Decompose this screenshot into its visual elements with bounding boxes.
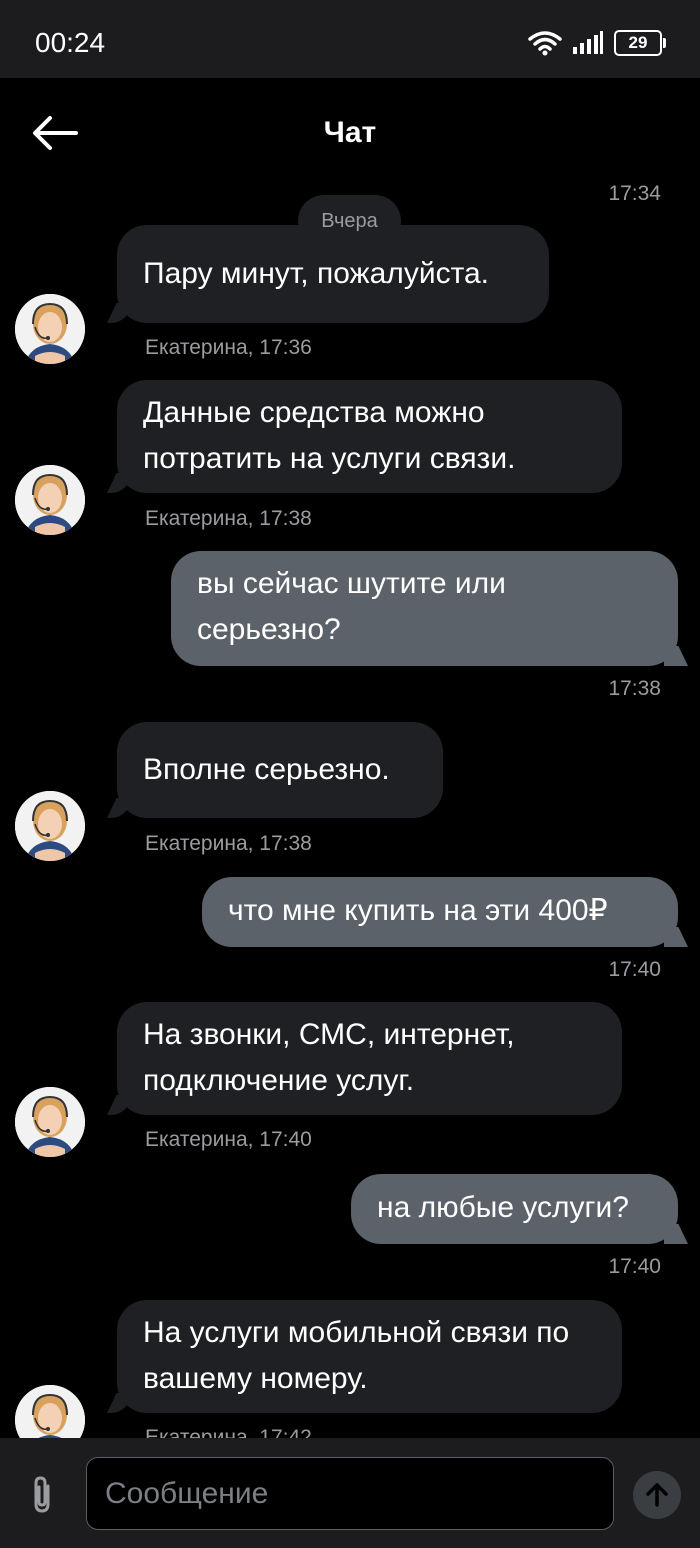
- message-meta: 17:34: [608, 182, 661, 205]
- operator-avatar-image: [15, 1087, 85, 1157]
- incoming-message-bubble[interactable]: Вполне серьезно.: [117, 722, 443, 818]
- outgoing-message-bubble[interactable]: на любые услуги?: [351, 1174, 678, 1244]
- operator-avatar-image: [15, 791, 85, 861]
- message-meta: Екатерина, 17:42: [145, 1426, 312, 1438]
- outgoing-message-bubble[interactable]: вы сейчас шутите или серьезно?: [171, 551, 678, 666]
- arrow-up-icon: [646, 1483, 668, 1507]
- operator-avatar-image: [15, 294, 85, 364]
- message-meta: Екатерина, 17:36: [145, 336, 312, 359]
- message-meta: Екатерина, 17:38: [145, 507, 312, 530]
- paperclip-icon[interactable]: [26, 1474, 58, 1514]
- status-icons: 29: [528, 28, 666, 58]
- operator-avatar: [15, 1087, 85, 1157]
- message-meta: 17:40: [608, 958, 661, 981]
- operator-avatar: [15, 465, 85, 535]
- status-time: 00:24: [35, 27, 106, 58]
- operator-avatar: [15, 1385, 85, 1438]
- incoming-message-bubble[interactable]: На услуги мобильной связи по вашему номе…: [117, 1300, 622, 1413]
- message-meta: Екатерина, 17:38: [145, 832, 312, 855]
- composer-bar: [0, 1438, 700, 1548]
- page-title: Чат: [323, 116, 377, 149]
- message-list[interactable]: 17:34 Вчера Пару минут, пожалуйста. Екат…: [0, 178, 700, 1438]
- message-meta: 17:38: [608, 677, 661, 700]
- operator-avatar: [15, 294, 85, 364]
- outgoing-message-bubble[interactable]: что мне купить на эти 400₽: [202, 877, 678, 947]
- date-separator: Вчера: [298, 195, 401, 247]
- incoming-message-bubble[interactable]: На звонки, СМС, интернет, подключение ус…: [117, 1002, 622, 1115]
- incoming-message-bubble[interactable]: Данные средства можно потратить на услуг…: [117, 380, 622, 493]
- wifi-icon: [528, 31, 562, 56]
- battery-icon: 29: [614, 30, 666, 56]
- message-input[interactable]: [86, 1457, 614, 1530]
- message-meta: Екатерина, 17:40: [145, 1128, 312, 1151]
- status-bar: 00:24 29: [0, 0, 700, 78]
- app-header: Чат: [0, 78, 700, 188]
- operator-avatar: [15, 791, 85, 861]
- operator-avatar-image: [15, 1385, 85, 1438]
- operator-avatar-image: [15, 465, 85, 535]
- message-meta: 17:40: [608, 1255, 661, 1278]
- send-button[interactable]: [633, 1471, 681, 1519]
- signal-icon: [573, 31, 603, 54]
